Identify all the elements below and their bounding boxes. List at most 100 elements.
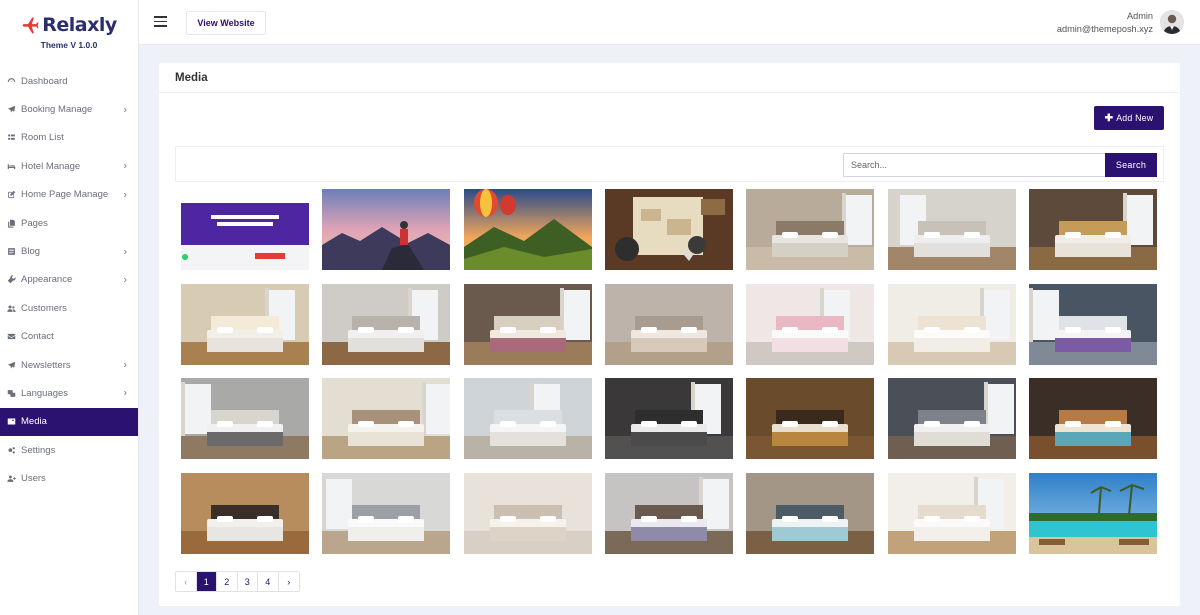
bedroom-canopy-image <box>463 472 592 554</box>
view-website-button[interactable]: View Website <box>186 11 266 35</box>
sidebar-item-label: Pages <box>21 217 48 229</box>
media-thumbnail[interactable] <box>887 378 1016 459</box>
sidebar-item-settings[interactable]: Settings <box>0 436 138 464</box>
sidebar-item-hotel-manage[interactable]: Hotel Manage › <box>0 152 138 180</box>
airplane-logo-icon <box>22 17 39 34</box>
user-plus-icon <box>6 474 16 484</box>
bedroom-white-bright-image <box>887 472 1016 554</box>
media-thumbnail[interactable] <box>1028 189 1157 270</box>
sidebar-item-label: Users <box>21 473 46 485</box>
hamburger-menu-icon[interactable] <box>154 16 167 27</box>
media-thumbnail[interactable] <box>746 189 875 270</box>
sidebar-menu: Dashboard Booking Manage › Room List Hotel M… <box>0 67 138 493</box>
media-thumbnail[interactable] <box>887 283 1016 365</box>
sidebar-item-room-list[interactable]: Room List <box>0 124 138 152</box>
theme-version: Theme V 1.0.0 <box>40 40 98 50</box>
sidebar-item-label: Contact <box>21 331 54 343</box>
add-new-label: Add New <box>1116 113 1154 123</box>
media-thumbnail[interactable] <box>181 472 309 554</box>
page-title: Media <box>159 63 1180 93</box>
envelope-icon <box>6 332 16 342</box>
media-thumbnail[interactable] <box>887 189 1016 270</box>
sidebar-item-customers[interactable]: Customers <box>0 294 138 322</box>
chevron-right-icon: › <box>123 359 127 371</box>
chevron-right-icon: › <box>123 387 127 399</box>
sidebar-item-media[interactable]: Media <box>0 407 138 437</box>
pagination: ‹ 1 2 3 4 › <box>175 571 300 592</box>
media-thumbnail[interactable] <box>746 283 875 365</box>
sidebar-item-blog[interactable]: Blog › <box>0 237 138 265</box>
media-thumbnail[interactable] <box>746 378 875 459</box>
sidebar-item-label: Room List <box>21 132 64 144</box>
bedroom-beige-wall-image <box>746 189 875 270</box>
website-screenshot-image <box>181 189 309 270</box>
media-thumbnail[interactable] <box>322 189 451 270</box>
sidebar-item-pages[interactable]: Pages <box>0 209 138 237</box>
sidebar-item-languages[interactable]: Languages › <box>0 379 138 407</box>
bedroom-grey-headboard-image <box>604 283 733 365</box>
media-thumbnail[interactable] <box>604 378 733 459</box>
list-icon <box>6 133 16 143</box>
media-thumbnail[interactable] <box>181 378 309 459</box>
media-thumbnail[interactable] <box>322 472 451 554</box>
media-thumbnail[interactable] <box>463 189 592 270</box>
bedroom-bright-window-image <box>463 378 592 459</box>
media-thumbnail[interactable] <box>604 189 733 270</box>
media-thumbnail[interactable] <box>181 189 309 270</box>
media-thumbnail[interactable] <box>746 472 875 554</box>
users-icon <box>6 303 16 313</box>
sidebar-item-contact[interactable]: Contact <box>0 323 138 351</box>
pagination-next-button[interactable]: › <box>279 572 300 591</box>
media-thumbnail[interactable] <box>463 378 592 459</box>
media-thumbnail[interactable] <box>181 283 309 365</box>
media-thumbnail[interactable] <box>604 472 733 554</box>
image-icon <box>6 417 16 427</box>
avatar[interactable] <box>1160 10 1184 34</box>
search-button[interactable]: Search <box>1105 153 1157 177</box>
blog-icon <box>6 247 16 257</box>
sidebar-item-appearance[interactable]: Appearance › <box>0 266 138 294</box>
media-thumbnail[interactable] <box>887 472 1016 554</box>
pagination-prev-button[interactable]: ‹ <box>176 572 197 591</box>
sidebar-item-booking-manage[interactable]: Booking Manage › <box>0 95 138 123</box>
media-thumbnail[interactable] <box>322 283 451 365</box>
pagination-page-2[interactable]: 2 <box>217 572 238 591</box>
media-thumbnail[interactable] <box>1028 283 1157 365</box>
plus-icon: ✚ <box>1104 112 1114 124</box>
bedroom-orange-pillows-image <box>746 472 875 554</box>
sidebar-item-users[interactable]: Users <box>0 464 138 492</box>
bedroom-purple-blanket-image <box>1028 283 1157 365</box>
add-new-button[interactable]: ✚ Add New <box>1094 106 1164 130</box>
chevron-right-icon: › <box>123 274 127 286</box>
search-input[interactable] <box>843 153 1105 177</box>
brand[interactable]: Relaxly Theme V 1.0.0 <box>0 0 138 62</box>
sidebar-item-newsletters[interactable]: Newsletters › <box>0 351 138 379</box>
media-thumbnail[interactable] <box>1028 378 1157 459</box>
bedroom-pink-mural-image <box>746 283 875 365</box>
bedroom-tufted-headboard-image <box>1028 189 1157 270</box>
sidebar-item-label: Hotel Manage <box>21 160 81 172</box>
chevron-right-icon: › <box>123 104 127 116</box>
media-thumbnail[interactable] <box>604 283 733 365</box>
pagination-page-4[interactable]: 4 <box>258 572 279 591</box>
bedroom-wood-panels-image <box>887 189 1016 270</box>
bedroom-modern-lights-image <box>322 283 451 365</box>
gears-icon <box>6 445 16 455</box>
user-info[interactable]: Admin admin@themeposh.xyz <box>1057 10 1153 36</box>
bedroom-grey-throw-image <box>604 472 733 554</box>
top-header: View Website Admin admin@themeposh.xyz <box>139 0 1200 45</box>
sidebar-item-label: Languages <box>21 387 69 399</box>
sidebar-item-dashboard[interactable]: Dashboard <box>0 67 138 95</box>
media-thumbnail[interactable] <box>1028 472 1157 554</box>
media-thumbnail[interactable] <box>322 378 451 459</box>
sidebar-item-label: Newsletters <box>21 359 71 371</box>
pagination-page-1[interactable]: 1 <box>196 572 217 591</box>
media-thumbnail[interactable] <box>463 472 592 554</box>
pagination-page-3[interactable]: 3 <box>238 572 258 591</box>
logo[interactable]: Relaxly <box>21 14 117 36</box>
sidebar-item-home-page-manage[interactable]: Home Page Manage › <box>0 181 138 209</box>
sidebar-item-label: Home Page Manage <box>21 189 109 201</box>
bedroom-white-wardrobe-image <box>887 283 1016 365</box>
media-thumbnail[interactable] <box>463 283 592 365</box>
bedroom-star-headboard-image <box>463 283 592 365</box>
